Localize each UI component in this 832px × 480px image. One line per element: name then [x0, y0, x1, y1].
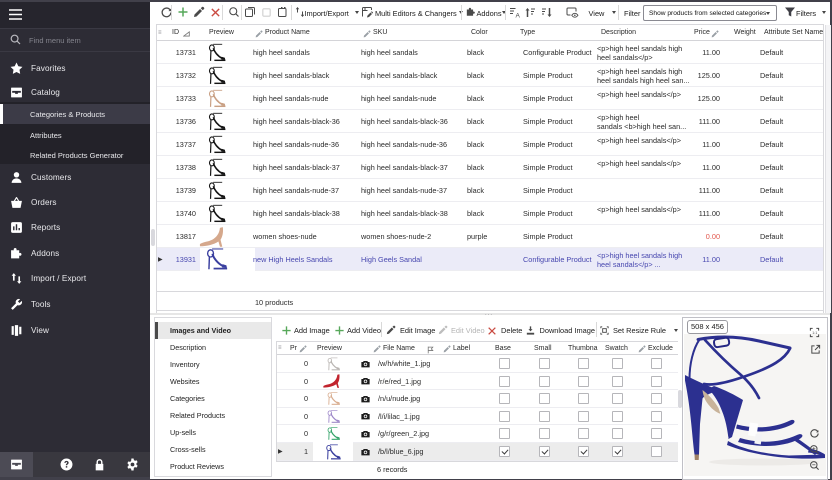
svg-text:A: A — [516, 12, 521, 18]
svg-text:1:1: 1:1 — [812, 331, 817, 335]
